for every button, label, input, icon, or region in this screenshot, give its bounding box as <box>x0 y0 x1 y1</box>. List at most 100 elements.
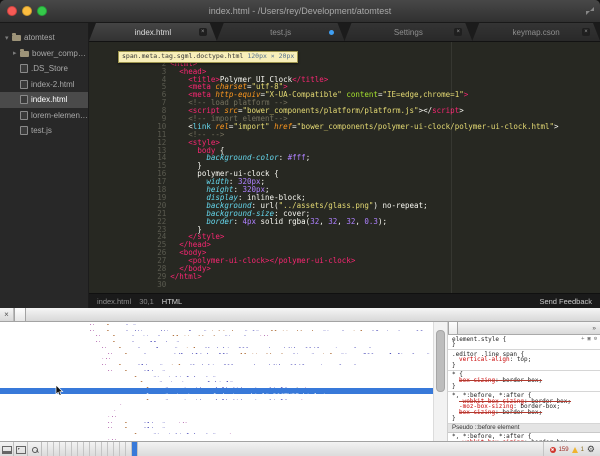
code-editor[interactable]: 1<!DOCTYPE html> 2<html> 3 <head> 4 <tit… <box>89 42 600 293</box>
rule-close-brace: } <box>452 342 600 348</box>
error-count[interactable]: 159 <box>559 447 569 453</box>
file-icon <box>20 111 28 120</box>
styles-tab-bar: » <box>448 322 600 335</box>
scrollbar-thumb[interactable] <box>436 330 445 392</box>
folder-icon <box>20 51 29 57</box>
editor-tab[interactable]: Settings × <box>345 23 473 41</box>
styles-tab[interactable] <box>448 322 458 334</box>
pseudo-element-header: Pseudo ::before element <box>448 424 600 433</box>
tree-item-label: index.html <box>31 95 67 104</box>
devtools-tab[interactable] <box>14 308 26 321</box>
tree-item[interactable]: lorem-element.html <box>0 108 88 124</box>
styles-rules: element.style { +▣⚙ } .editor .line span… <box>448 335 600 441</box>
console-badges: 159 1 ⚙ <box>543 442 600 456</box>
warning-count[interactable]: 1 <box>581 447 584 453</box>
file-icon <box>20 126 28 135</box>
tooltip-dimensions: 120px × 20px <box>247 53 294 61</box>
tree-item-label: test.js <box>31 126 52 135</box>
styles-tab[interactable] <box>458 322 466 334</box>
devtools-tab[interactable] <box>36 308 46 321</box>
disclosure-arrow-icon[interactable]: ▾ <box>5 34 12 42</box>
style-rule[interactable]: .editor .line span { vertical-align: top… <box>448 350 600 371</box>
tree-item[interactable]: index.html <box>0 92 88 108</box>
dom-tree-row[interactable]: ▾<div class="overlayer" style="height: 6… <box>0 342 433 348</box>
tab-label: index.html <box>135 28 171 37</box>
tree-item-label: lorem-element.html <box>31 111 88 120</box>
styles-pane: » element.style { +▣⚙ } <box>448 322 600 441</box>
tab-label: keymap.cson <box>513 28 560 37</box>
tree-item-label: bower_components <box>32 49 88 58</box>
disclosure-arrow-icon[interactable]: ▸ <box>13 49 20 57</box>
inspect-element-button[interactable] <box>28 442 42 456</box>
style-rule[interactable]: *, *:before, *:after { -webkit-box-sizin… <box>448 392 600 424</box>
elements-tree-pane: ▾<div class="…"> ▾<div class="editor edi… <box>0 322 433 441</box>
devtools-close-button[interactable]: × <box>0 308 14 321</box>
error-icon[interactable] <box>550 447 556 453</box>
tree-item[interactable]: test.js <box>0 123 88 139</box>
inspect-tooltip: span.meta.tag.sgml.doctype.html 120px × … <box>118 51 298 63</box>
tab-overflow-icon[interactable]: » <box>588 322 600 334</box>
tab-close-icon[interactable]: × <box>454 28 462 36</box>
devtools-tab[interactable] <box>86 308 96 321</box>
warning-icon[interactable] <box>572 447 578 453</box>
style-section-icon[interactable]: ▣ <box>587 336 590 342</box>
fullscreen-icon[interactable] <box>586 7 594 15</box>
tree-item[interactable]: .DS_Store <box>0 61 88 77</box>
editor-tab[interactable]: test.js <box>217 23 345 41</box>
editor-tab[interactable]: keymap.cson × <box>472 23 600 41</box>
rule-close-brace: } <box>452 384 600 390</box>
style-rule[interactable]: *, *:before, *:after { -webkit-box-sizin… <box>448 433 600 441</box>
devtools-tab[interactable] <box>76 308 86 321</box>
devtools-tab[interactable] <box>46 308 56 321</box>
status-bar: index.html 30,1 HTML Send Feedback <box>89 293 600 308</box>
rule-close-brace: } <box>452 416 600 422</box>
line-number: 30 <box>152 281 170 289</box>
breadcrumb-item[interactable] <box>132 442 138 456</box>
devtools-tab[interactable] <box>66 308 76 321</box>
tree-item[interactable]: index-2.html <box>0 77 88 93</box>
file-icon <box>20 80 28 89</box>
style-section-icon[interactable]: ⚙ <box>594 336 597 342</box>
tab-label: test.js <box>270 28 291 37</box>
window-title: index.html - /Users/rey/Development/atom… <box>0 6 600 16</box>
tree-item-label: .DS_Store <box>31 64 68 73</box>
tooltip-selector: span.meta.tag.sgml.doctype.html <box>122 53 243 61</box>
tab-close-icon[interactable]: × <box>582 28 590 36</box>
atom-window: index.html - /Users/rey/Development/atom… <box>0 0 600 456</box>
devtools-panel: × ▾<div class="…"> ▾<div class="editor e… <box>0 308 600 456</box>
devtools-tabs <box>14 308 96 321</box>
styles-tab[interactable] <box>466 322 474 334</box>
devtools-tab[interactable] <box>56 308 66 321</box>
dom-tree-row[interactable]: <div class="cursor idle blink-off" calla… <box>0 348 433 354</box>
console-toggle-button[interactable] <box>14 442 28 456</box>
tab-label: Settings <box>394 28 423 37</box>
devtools-status-bar: 159 1 ⚙ <box>0 441 600 456</box>
tree-item[interactable]: ▸ bower_components <box>0 46 88 62</box>
style-rule[interactable]: element.style { +▣⚙ } <box>448 335 600 350</box>
style-rule[interactable]: * { box-sizing: border-box; } <box>448 371 600 392</box>
dock-side-button[interactable] <box>0 442 14 456</box>
status-cursor-position: 30,1 <box>139 297 154 306</box>
dom-breadcrumbs <box>42 442 200 456</box>
wrap-guide <box>451 42 452 293</box>
code-lines: 1<!DOCTYPE html> 2<html> 3 <head> 4 <tit… <box>89 44 600 281</box>
file-icon <box>20 95 28 104</box>
devtools-tab[interactable] <box>26 308 36 321</box>
modified-dot-icon <box>329 30 334 35</box>
tree-item-label: atomtest <box>24 33 55 42</box>
rule-close-brace: } <box>452 363 600 369</box>
folder-icon <box>12 35 21 41</box>
tree-item[interactable]: ▾ atomtest <box>0 30 88 46</box>
status-grammar[interactable]: HTML <box>162 297 182 306</box>
title-bar: index.html - /Users/rey/Development/atom… <box>0 0 600 23</box>
tree-item-label: index-2.html <box>31 80 75 89</box>
style-section-icon[interactable]: + <box>581 336 584 342</box>
settings-gear-icon[interactable]: ⚙ <box>587 445 595 454</box>
send-feedback-link[interactable]: Send Feedback <box>539 297 592 306</box>
editor-tab[interactable]: index.html × <box>89 23 217 41</box>
tab-close-icon[interactable]: × <box>199 28 207 36</box>
devtools-toolbar: × <box>0 308 600 322</box>
dom-tree-row[interactable]: ▾<div class="editor editor-colors" tabin… <box>0 325 433 331</box>
editor-tab-bar: index.html × test.js Settings × <box>89 23 600 42</box>
elements-scrollbar[interactable] <box>433 322 448 441</box>
